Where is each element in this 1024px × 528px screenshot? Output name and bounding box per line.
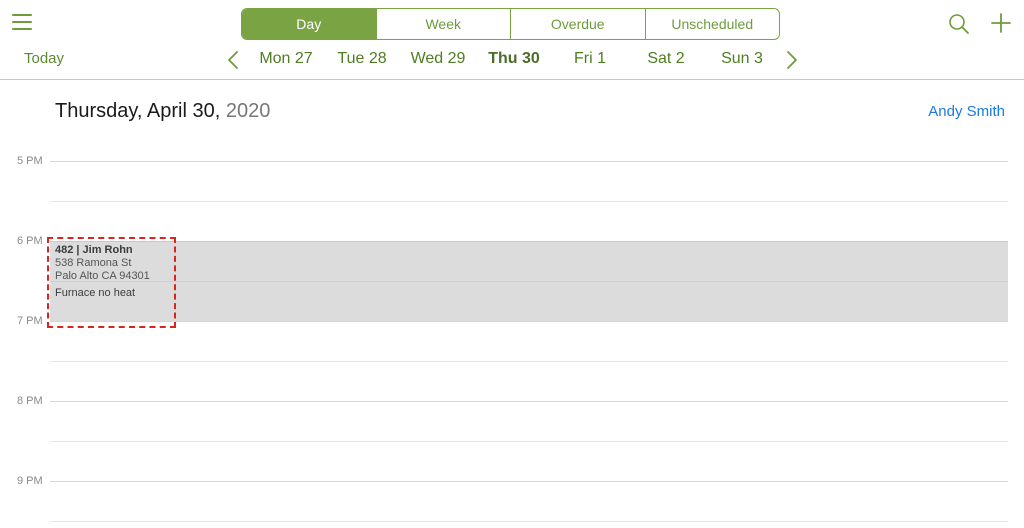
day-tab-fri-1[interactable]: Fri 1 <box>574 50 606 68</box>
tab-week[interactable]: Week <box>375 9 511 39</box>
hour-label-6pm: 6 PM <box>17 235 43 247</box>
hour-label-7pm: 7 PM <box>17 315 43 327</box>
tab-unscheduled[interactable]: Unscheduled <box>644 9 780 39</box>
day-timeline: 5 PM 6 PM 482 | Jim Rohn 538 Ramona St P… <box>0 130 1024 528</box>
view-switcher: Day Week Overdue Unscheduled <box>241 8 780 40</box>
plus-icon[interactable] <box>990 12 1012 34</box>
event-address-line1: 538 Ramona St <box>55 257 132 269</box>
day-tab-sun-3[interactable]: Sun 3 <box>721 50 763 68</box>
hour-label-8pm: 8 PM <box>17 395 43 407</box>
search-icon[interactable] <box>948 13 970 35</box>
hour-label-9pm: 9 PM <box>17 475 43 487</box>
day-tab-tue-28[interactable]: Tue 28 <box>337 50 386 68</box>
date-text: Thursday, April 30, <box>55 100 221 122</box>
tab-day[interactable]: Day <box>242 9 376 39</box>
chevron-right-icon[interactable] <box>785 50 799 70</box>
top-toolbar: Day Week Overdue Unscheduled Today Mon 2… <box>0 0 1024 80</box>
hour-line <box>50 481 1008 482</box>
hour-line <box>50 161 1008 162</box>
half-hour-line <box>50 441 1008 442</box>
chevron-left-icon[interactable] <box>226 50 240 70</box>
day-tab-mon-27[interactable]: Mon 27 <box>259 50 312 68</box>
event-description: Furnace no heat <box>55 287 136 299</box>
hour-line <box>50 401 1008 402</box>
event-title: 482 | Jim Rohn <box>55 244 133 256</box>
day-tab-sat-2[interactable]: Sat 2 <box>647 50 684 68</box>
year-text: 2020 <box>225 100 271 122</box>
today-button[interactable]: Today <box>24 50 64 67</box>
tab-overdue[interactable]: Overdue <box>510 9 645 39</box>
half-hour-line <box>50 281 1008 282</box>
half-hour-line <box>50 361 1008 362</box>
day-tab-thu-30[interactable]: Thu 30 <box>488 50 540 68</box>
page-title: Thursday, April 30, 2020 <box>55 100 270 123</box>
half-hour-line <box>50 521 1008 522</box>
day-tab-wed-29[interactable]: Wed 29 <box>411 50 466 68</box>
hour-line <box>50 321 1008 322</box>
hour-label-5pm: 5 PM <box>17 155 43 167</box>
user-name-link[interactable]: Andy Smith <box>928 103 1005 120</box>
half-hour-line <box>50 201 1008 202</box>
hamburger-menu-icon[interactable] <box>12 14 32 32</box>
